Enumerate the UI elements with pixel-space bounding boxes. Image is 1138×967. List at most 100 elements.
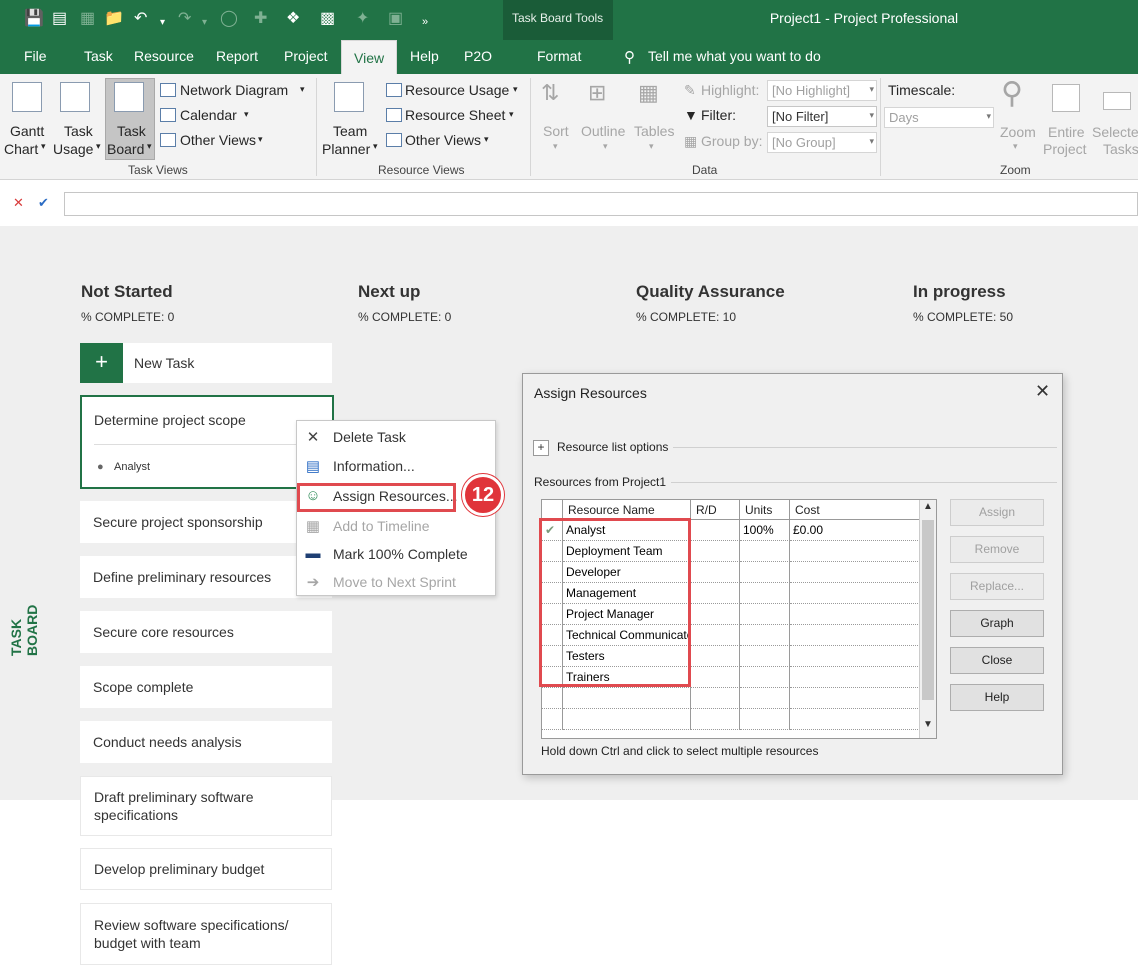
gantt-chart-label-1[interactable]: Gantt (10, 123, 44, 139)
filter-combo[interactable]: [No Filter] ▾ (767, 106, 877, 127)
cell-cost[interactable] (790, 604, 920, 625)
assign-button[interactable]: Assign (950, 499, 1044, 526)
cell-rd[interactable] (691, 646, 740, 667)
tab-file[interactable]: File (24, 48, 47, 64)
cancel-icon[interactable]: ✕ (13, 195, 24, 211)
cell-units[interactable] (740, 667, 790, 688)
table-row[interactable] (542, 688, 920, 709)
team-planner-label-1[interactable]: Team (333, 123, 367, 139)
cell-rd[interactable] (691, 709, 740, 730)
menu-item-delete-task[interactable]: ✕ Delete Task (297, 424, 495, 450)
sort-button[interactable]: Sort (543, 123, 569, 139)
cell-cost[interactable] (790, 667, 920, 688)
tables-button[interactable]: Tables (634, 123, 674, 139)
cell-units[interactable]: 100% (740, 520, 790, 541)
task-card[interactable]: Draft preliminary software specification… (80, 776, 332, 836)
task-usage-dropdown-icon[interactable]: ▾ (96, 141, 101, 152)
grid-scrollbar[interactable]: ▲ ▼ (919, 500, 936, 738)
new-task-button[interactable]: + New Task (80, 343, 332, 383)
network-dropdown-icon[interactable]: ▾ (300, 84, 305, 95)
resource-list-options-label[interactable]: Resource list options (557, 440, 668, 454)
resource-sheet-button[interactable]: Resource Sheet (405, 107, 505, 123)
cell-units[interactable] (740, 646, 790, 667)
tab-p2o[interactable]: P2O (464, 48, 492, 64)
task-board-label-2[interactable]: Board (107, 141, 144, 157)
tables-dropdown-icon[interactable]: ▾ (649, 141, 654, 152)
group-by-combo[interactable]: [No Group] ▾ (767, 132, 877, 153)
sort-dropdown-icon[interactable]: ▾ (553, 141, 558, 152)
cell-units[interactable] (740, 604, 790, 625)
task-card[interactable]: Define preliminary resources (80, 556, 332, 598)
tab-help[interactable]: Help (410, 48, 439, 64)
expand-icon[interactable]: + (533, 440, 549, 456)
scrollbar-thumb[interactable] (922, 520, 934, 700)
cell-cost[interactable] (790, 562, 920, 583)
table-row[interactable] (542, 709, 920, 730)
gantt-chart-label-2[interactable]: Chart (4, 141, 38, 157)
task-card[interactable]: Develop preliminary budget (80, 848, 332, 890)
menu-item-add-to-timeline[interactable]: ▦ Add to Timeline (297, 513, 495, 539)
cell-units[interactable] (740, 562, 790, 583)
selected-tasks-label-2[interactable]: Tasks (1103, 141, 1138, 157)
cell-cost[interactable] (790, 688, 920, 709)
cell-cost[interactable] (790, 646, 920, 667)
scroll-up-icon[interactable]: ▲ (923, 501, 933, 512)
resource-sheet-dropdown-icon[interactable]: ▾ (509, 109, 514, 120)
help-button[interactable]: Help (950, 684, 1044, 711)
cell-cost[interactable] (790, 709, 920, 730)
menu-item-mark-complete[interactable]: ▬ Mark 100% Complete (297, 541, 495, 567)
team-planner-label-2[interactable]: Planner (322, 141, 370, 157)
tab-resource[interactable]: Resource (134, 48, 194, 64)
cell-rd[interactable] (691, 520, 740, 541)
entire-project-label-2[interactable]: Project (1043, 141, 1087, 157)
confirm-icon[interactable]: ✔ (38, 195, 49, 211)
scroll-down-icon[interactable]: ▼ (923, 719, 933, 730)
cell-rd[interactable] (691, 583, 740, 604)
task-card[interactable]: Conduct needs analysis (80, 721, 332, 763)
network-diagram-button[interactable]: Network Diagram (180, 82, 288, 98)
column-header-rd[interactable]: R/D (691, 500, 740, 520)
cell-units[interactable] (740, 625, 790, 646)
tab-format[interactable]: Format (537, 48, 581, 64)
calendar-button[interactable]: Calendar (180, 107, 237, 123)
cell-name[interactable] (563, 688, 691, 709)
cell-cost[interactable] (790, 583, 920, 604)
cell-cost[interactable] (790, 541, 920, 562)
tab-task[interactable]: Task (84, 48, 113, 64)
selected-tasks-label-1[interactable]: Selecte (1092, 124, 1138, 140)
column-header-resource-name[interactable]: Resource Name (563, 500, 691, 520)
other-views-dropdown-icon[interactable]: ▾ (258, 134, 263, 145)
task-usage-label-1[interactable]: Task (64, 123, 93, 139)
cell-cost[interactable]: £0.00 (790, 520, 920, 541)
cell-rd[interactable] (691, 562, 740, 583)
task-board-dropdown-icon[interactable]: ▾ (147, 141, 152, 152)
task-card[interactable]: Review software specifications/ budget w… (80, 903, 332, 965)
resource-other-views-dropdown-icon[interactable]: ▾ (484, 134, 489, 145)
tab-report[interactable]: Report (216, 48, 258, 64)
remove-button[interactable]: Remove (950, 536, 1044, 563)
cell-name[interactable] (563, 709, 691, 730)
cell-units[interactable] (740, 583, 790, 604)
close-icon[interactable]: ✕ (1035, 381, 1050, 402)
timescale-combo[interactable]: Days ▾ (884, 107, 994, 128)
task-card[interactable]: Secure project sponsorship (80, 501, 332, 543)
team-planner-dropdown-icon[interactable]: ▾ (373, 141, 378, 152)
tell-me-box[interactable]: Tell me what you want to do (648, 48, 821, 64)
zoom-dropdown-icon[interactable]: ▾ (1013, 141, 1018, 152)
task-card[interactable]: Secure core resources (80, 611, 332, 653)
cell-units[interactable] (740, 541, 790, 562)
outline-button[interactable]: Outline (581, 123, 625, 139)
gantt-dropdown-icon[interactable]: ▾ (41, 141, 46, 152)
task-board-label-1[interactable]: Task (117, 123, 146, 139)
graph-button[interactable]: Graph (950, 610, 1044, 637)
cell-cost[interactable] (790, 625, 920, 646)
entry-input[interactable] (64, 192, 1138, 216)
tab-view[interactable]: View (341, 40, 398, 74)
menu-item-information[interactable]: ▤ Information... (297, 453, 495, 479)
cell-rd[interactable] (691, 667, 740, 688)
zoom-button[interactable]: Zoom (1000, 124, 1036, 140)
cell-rd[interactable] (691, 541, 740, 562)
column-header-cost[interactable]: Cost (790, 500, 920, 520)
column-header-units[interactable]: Units (740, 500, 790, 520)
resource-usage-button[interactable]: Resource Usage (405, 82, 509, 98)
